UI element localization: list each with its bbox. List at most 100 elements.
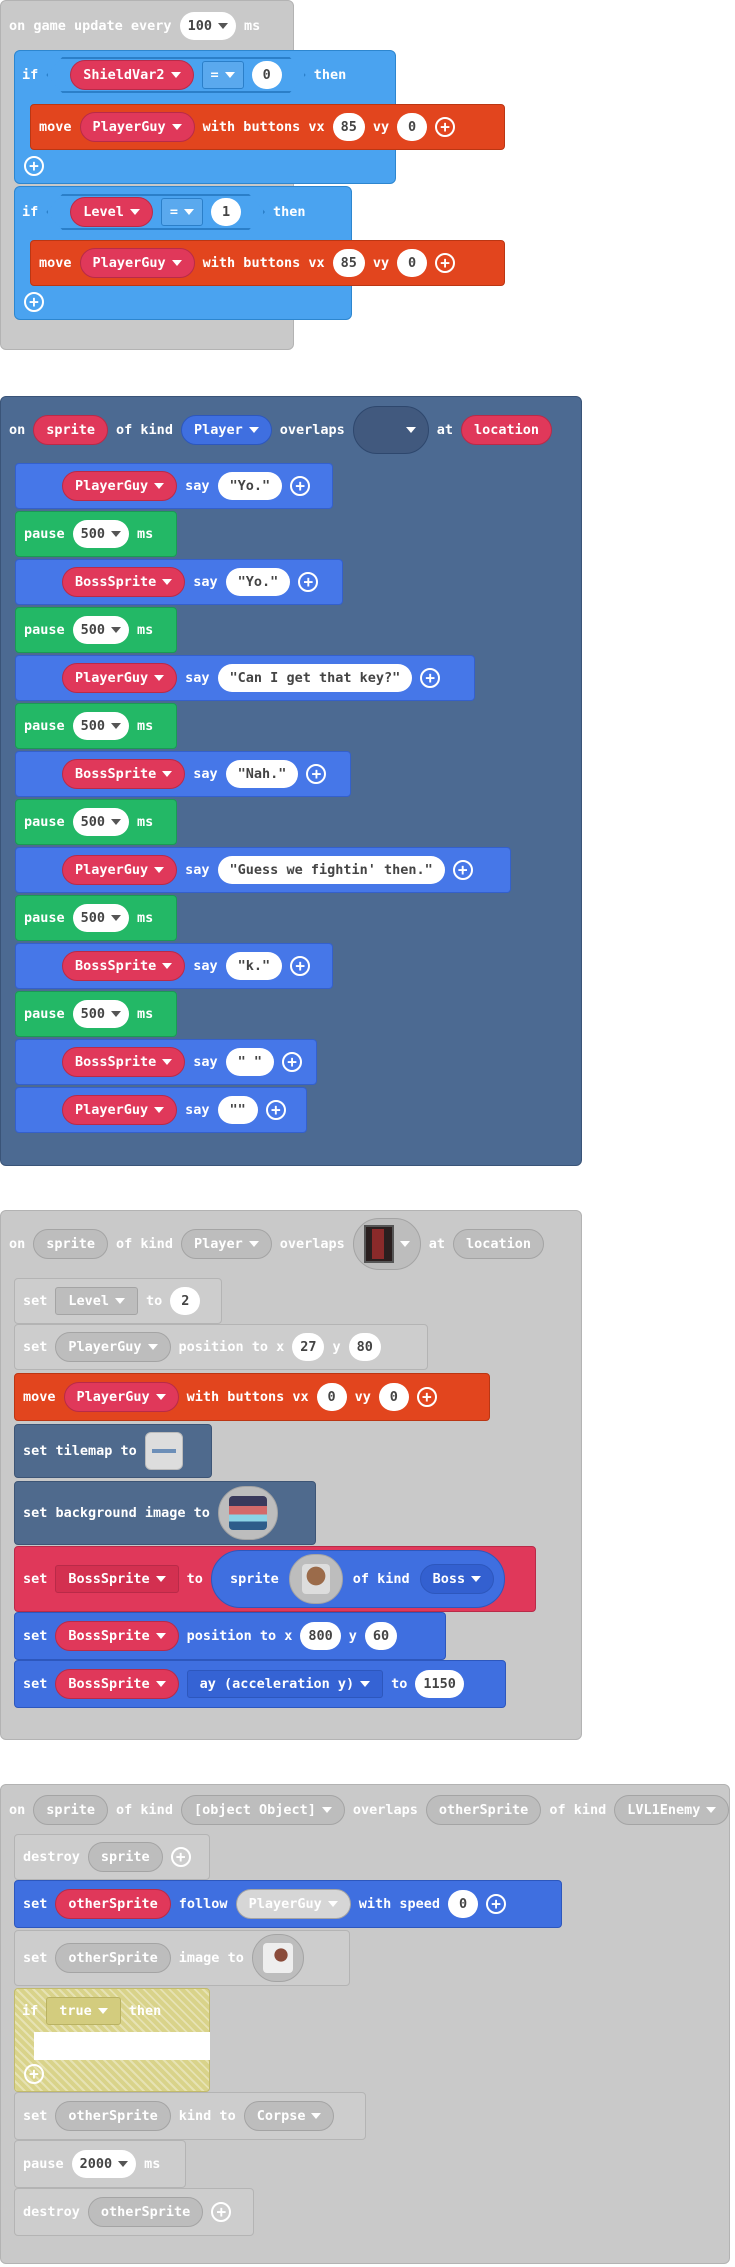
location-param[interactable]: location	[453, 1229, 545, 1259]
vy-field[interactable]: 0	[378, 1383, 409, 1411]
expand-if-button[interactable]: +	[24, 2064, 44, 2084]
duration-dropdown[interactable]: 500	[72, 712, 130, 740]
sprite-param[interactable]: sprite	[33, 415, 109, 445]
pause-block[interactable]: pause 500 ms	[15, 511, 177, 557]
add-icon[interactable]: +	[306, 764, 327, 784]
say-text-field[interactable]: "Can I get that key?"	[217, 664, 413, 692]
set-tilemap-block[interactable]: set tilemap to	[14, 1424, 212, 1478]
sprite-dropdown[interactable]: PlayerGuy	[63, 1382, 179, 1412]
value-field[interactable]: 0	[252, 61, 282, 89]
set-bosssprite-block[interactable]: set BossSprite to sprite of kind Boss	[14, 1546, 536, 1612]
add-icon[interactable]: +	[24, 156, 44, 176]
speaker-dropdown[interactable]: PlayerGuy	[62, 471, 178, 501]
kind-dropdown[interactable]: Player	[180, 1229, 272, 1259]
destroy-sprite-block[interactable]: destroy sprite +	[14, 1834, 210, 1880]
sprite-dropdown[interactable]: PlayerGuy	[79, 248, 195, 278]
say-text-field[interactable]: "Guess we fightin' then."	[217, 856, 445, 884]
speaker-dropdown[interactable]: BossSprite	[62, 951, 186, 981]
pause-block[interactable]: pause 500 ms	[15, 607, 177, 653]
variable-dropdown[interactable]: BossSprite	[55, 1565, 179, 1593]
move-block-2[interactable]: move PlayerGuy with buttons vx 85 vy 0 +	[30, 240, 505, 286]
duration-dropdown[interactable]: 500	[72, 1000, 130, 1028]
say-block[interactable]: PlayerGuy say "" +	[15, 1087, 307, 1133]
say-block[interactable]: BossSprite say "Yo." +	[15, 559, 343, 605]
add-icon[interactable]: +	[435, 253, 456, 273]
follow-block[interactable]: set otherSprite follow PlayerGuy with sp…	[14, 1880, 562, 1928]
sprite-dropdown[interactable]: BossSprite	[55, 1621, 179, 1651]
variable-dropdown[interactable]: Level	[70, 197, 153, 227]
pause-block[interactable]: pause 500 ms	[15, 799, 177, 845]
say-text-field[interactable]: "k."	[225, 952, 283, 980]
expand-if-button[interactable]: +	[24, 156, 44, 176]
value-field[interactable]: 1150	[415, 1670, 464, 1698]
sprite-constructor[interactable]: sprite of kind Boss	[210, 1550, 506, 1608]
sprite-param[interactable]: sprite	[33, 1229, 109, 1259]
add-icon[interactable]: +	[282, 1052, 303, 1072]
speed-field[interactable]: 0	[448, 1890, 479, 1918]
operator-dropdown[interactable]: =	[161, 198, 203, 226]
expand-if-button[interactable]: +	[24, 292, 44, 312]
say-text-field[interactable]: "Yo."	[217, 472, 283, 500]
tile-dropdown[interactable]	[352, 406, 429, 454]
add-icon[interactable]: +	[24, 2064, 44, 2084]
sprite-dropdown[interactable]: PlayerGuy	[79, 112, 195, 142]
speaker-dropdown[interactable]: PlayerGuy	[62, 1095, 178, 1125]
speaker-dropdown[interactable]: BossSprite	[62, 759, 186, 789]
interval-dropdown[interactable]: 100	[179, 12, 236, 40]
add-icon[interactable]: +	[170, 1847, 191, 1867]
add-icon[interactable]: +	[298, 572, 319, 592]
target-dropdown[interactable]: PlayerGuy	[235, 1889, 351, 1919]
image-picker[interactable]	[251, 1934, 304, 1982]
sprite-param[interactable]: otherSprite	[55, 1943, 171, 1973]
target-param[interactable]: otherSprite	[87, 2197, 204, 2227]
tile-dropdown[interactable]	[352, 1218, 421, 1270]
y-field[interactable]: 80	[348, 1333, 381, 1361]
say-block[interactable]: BossSprite say "k." +	[15, 943, 333, 989]
kind-dropdown[interactable]: [object Object]	[180, 1795, 345, 1825]
add-icon[interactable]: +	[435, 117, 456, 137]
move-block-3[interactable]: move PlayerGuy with buttons vx 0 vy 0 +	[14, 1373, 490, 1421]
speaker-dropdown[interactable]: PlayerGuy	[62, 663, 178, 693]
variable-dropdown[interactable]: Level	[55, 1287, 139, 1315]
set-kind-block[interactable]: set otherSprite kind to Corpse	[14, 2092, 366, 2140]
speaker-dropdown[interactable]: BossSprite	[62, 567, 186, 597]
vy-field[interactable]: 0	[397, 113, 428, 141]
pause-block[interactable]: pause 2000 ms	[14, 2140, 186, 2188]
duration-dropdown[interactable]: 500	[72, 616, 130, 644]
add-icon[interactable]: +	[211, 2202, 232, 2222]
tilemap-icon[interactable]	[144, 1432, 183, 1470]
say-block[interactable]: PlayerGuy say "Can I get that key?" +	[15, 655, 475, 701]
location-param[interactable]: location	[461, 415, 553, 445]
vx-field[interactable]: 85	[332, 113, 365, 141]
add-icon[interactable]: +	[452, 860, 473, 880]
duration-dropdown[interactable]: 500	[72, 520, 130, 548]
boss-acceleration-block[interactable]: set BossSprite ay (acceleration y) to 11…	[14, 1660, 506, 1708]
pause-block[interactable]: pause 500 ms	[15, 703, 177, 749]
say-text-field[interactable]: "Yo."	[225, 568, 291, 596]
x-field[interactable]: 27	[292, 1333, 325, 1361]
kind-dropdown[interactable]: Boss	[419, 1564, 495, 1594]
target-param[interactable]: sprite	[87, 1842, 163, 1872]
kind-dropdown-2[interactable]: LVL1Enemy	[614, 1795, 730, 1825]
if-inner-slot[interactable]	[34, 2032, 210, 2060]
sprite-param[interactable]: sprite	[33, 1795, 109, 1825]
kind-dropdown[interactable]: Player	[180, 415, 272, 445]
variable-dropdown[interactable]: ShieldVar2	[70, 60, 193, 90]
say-block[interactable]: PlayerGuy say "Yo." +	[15, 463, 333, 509]
duration-dropdown[interactable]: 500	[72, 808, 130, 836]
value-field[interactable]: 1	[211, 198, 241, 226]
say-block[interactable]: BossSprite say "Nah." +	[15, 751, 351, 797]
value-field[interactable]: 2	[170, 1287, 201, 1315]
say-text-field[interactable]: "Nah."	[225, 760, 299, 788]
sprite-dropdown[interactable]: PlayerGuy	[55, 1332, 171, 1362]
add-icon[interactable]: +	[290, 956, 311, 976]
say-block[interactable]: PlayerGuy say "Guess we fightin' then." …	[15, 847, 511, 893]
move-block-1[interactable]: move PlayerGuy with buttons vx 85 vy 0 +	[30, 104, 505, 150]
condition-dropdown[interactable]: true	[46, 1997, 121, 2025]
add-icon[interactable]: +	[416, 1387, 437, 1407]
say-block[interactable]: BossSprite say " " +	[15, 1039, 317, 1085]
add-icon[interactable]: +	[420, 668, 441, 688]
background-image-picker[interactable]	[217, 1486, 278, 1540]
set-background-block[interactable]: set background image to	[14, 1481, 316, 1545]
set-position-block[interactable]: set PlayerGuy position to x 27 y 80	[14, 1324, 428, 1370]
